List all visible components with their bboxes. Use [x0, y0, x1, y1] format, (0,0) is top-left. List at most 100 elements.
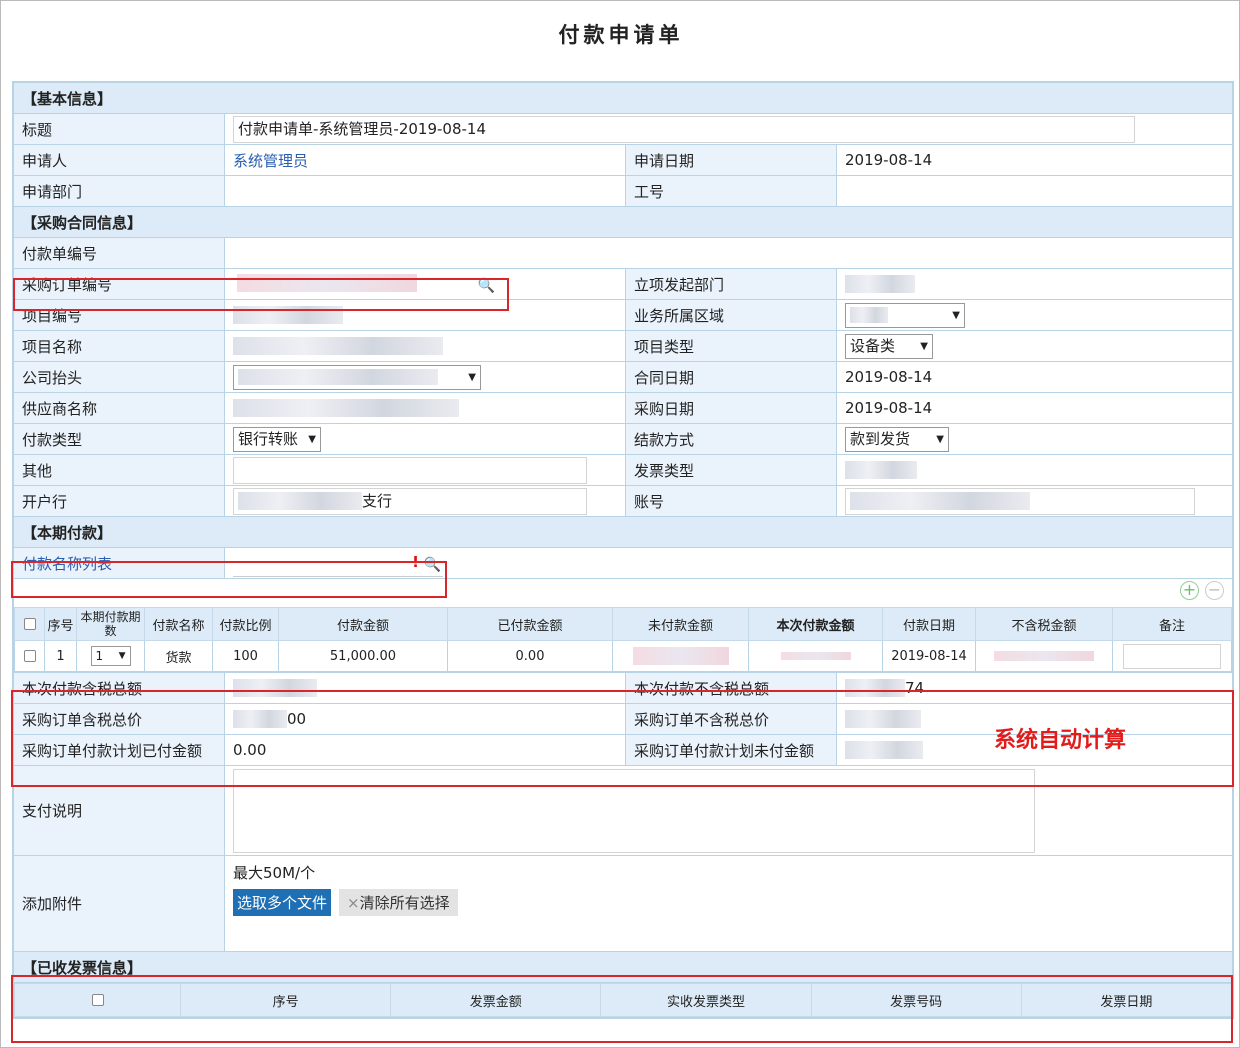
- row-current[interactable]: [780, 652, 851, 660]
- clear-selection-button[interactable]: ×清除所有选择: [339, 889, 458, 916]
- bank-input[interactable]: 支行: [233, 487, 587, 515]
- section-contract: 【采购合同信息】: [13, 206, 1233, 238]
- row-name: 货款: [144, 640, 213, 672]
- bank-label: 开户行: [13, 485, 225, 517]
- dept-value: [224, 175, 626, 207]
- notax-total-label: 本次付款不含税总额: [625, 672, 837, 704]
- region-select[interactable]: ▼: [845, 302, 965, 328]
- settle-label: 结款方式: [625, 423, 837, 455]
- plan-toolbar: + −: [15, 580, 1232, 608]
- region-label: 业务所属区域: [625, 299, 837, 331]
- search-icon[interactable]: 🔍: [424, 553, 441, 578]
- caret-down-icon: ▼: [118, 651, 126, 661]
- row-checkbox[interactable]: [23, 650, 36, 662]
- invoice-type-label: 发票类型: [625, 454, 837, 486]
- settle-select[interactable]: 款到发货 ▼: [845, 426, 949, 452]
- purchase-date-label: 采购日期: [625, 392, 837, 424]
- col-name: 付款名称: [144, 607, 213, 641]
- tax-total-value: [233, 679, 317, 698]
- caret-down-icon: ▼: [308, 433, 316, 445]
- pay-type-label: 付款类型: [13, 423, 225, 455]
- origin-dept-value: [845, 275, 915, 294]
- plan-unpaid-value: [845, 741, 923, 760]
- remove-icon[interactable]: −: [1205, 581, 1224, 600]
- section-basic: 【基本信息】: [13, 82, 1233, 114]
- row-remark-input[interactable]: [1123, 643, 1221, 669]
- account-input[interactable]: [845, 487, 1195, 515]
- invoice-col-index: 序号: [179, 983, 392, 1017]
- row-paid: 0.00: [447, 640, 613, 672]
- col-notax: 不含税金额: [975, 607, 1113, 641]
- title-input[interactable]: 付款申请单-系统管理员-2019-08-14: [233, 115, 1135, 143]
- col-remark: 备注: [1112, 607, 1232, 641]
- apply-date-value: 2019-08-14: [836, 144, 1233, 176]
- po-notax-label: 采购订单不含税总价: [625, 703, 837, 735]
- dept-label: 申请部门: [13, 175, 225, 207]
- company-label: 公司抬头: [13, 361, 225, 393]
- tax-total-label: 本次付款含税总额: [13, 672, 225, 704]
- col-period: 本期付款期数: [76, 607, 145, 641]
- contract-date-value: 2019-08-14: [836, 361, 1233, 393]
- pay-no-value: [224, 237, 1233, 269]
- caret-down-icon: ▼: [936, 433, 944, 445]
- attach-label: 添加附件: [13, 855, 225, 952]
- work-no-value: [836, 175, 1233, 207]
- col-ratio: 付款比例: [212, 607, 279, 641]
- project-name-label: 项目名称: [13, 330, 225, 362]
- plan-row: 1 1 ▼ 货款 100 51,000.00 0.00 2019-08-14: [14, 640, 1232, 672]
- title-label: 标题: [13, 113, 225, 145]
- invoice-header-row: 序号 发票金额 实收发票类型 发票号码 发票日期: [14, 983, 1232, 1017]
- plan-unpaid-label: 采购订单付款计划未付金额: [625, 734, 837, 766]
- notax-total-value: 74: [836, 672, 1233, 704]
- desc-textarea[interactable]: [233, 768, 1035, 853]
- account-label: 账号: [625, 485, 837, 517]
- caret-down-icon: ▼: [468, 371, 476, 383]
- invoice-select-all-checkbox[interactable]: [91, 994, 104, 1006]
- close-icon: ×: [347, 894, 360, 912]
- invoice-table: 序号 发票金额 实收发票类型 发票号码 发票日期: [14, 983, 1232, 1017]
- invoice-col-type: 实收发票类型: [600, 983, 812, 1017]
- caret-down-icon: ▼: [920, 340, 928, 352]
- col-index: 序号: [44, 607, 77, 641]
- project-type-select[interactable]: 设备类 ▼: [845, 333, 933, 359]
- add-icon[interactable]: +: [1180, 581, 1199, 600]
- plan-paid-value: 0.00: [224, 734, 626, 766]
- apply-date-label: 申请日期: [625, 144, 837, 176]
- po-no-input[interactable]: 🔍: [233, 270, 503, 299]
- select-all-checkbox[interactable]: [23, 618, 36, 630]
- col-paid: 已付款金额: [447, 607, 613, 641]
- other-label: 其他: [13, 454, 225, 486]
- pay-type-select[interactable]: 银行转账 ▼: [233, 426, 321, 452]
- project-name-value: [233, 337, 443, 356]
- row-date: 2019-08-14: [882, 640, 976, 672]
- choose-files-button[interactable]: 选取多个文件: [233, 889, 332, 916]
- company-select[interactable]: ▼: [233, 364, 481, 390]
- work-no-label: 工号: [625, 175, 837, 207]
- invoice-col-number: 发票号码: [810, 983, 1022, 1017]
- section-invoice: 【已收发票信息】: [13, 951, 1233, 983]
- caret-down-icon: ▼: [952, 309, 960, 321]
- applicant-value[interactable]: 系统管理员: [224, 144, 626, 176]
- invoice-col-amount: 发票金额: [390, 983, 602, 1017]
- other-input[interactable]: [233, 456, 587, 484]
- project-type-label: 项目类型: [625, 330, 837, 362]
- pay-list-input[interactable]: ! 🔍: [233, 549, 443, 578]
- po-no-label: 采购订单编号: [13, 268, 225, 300]
- period-select[interactable]: 1 ▼: [90, 646, 131, 666]
- project-no-value: [233, 306, 343, 325]
- col-date: 付款日期: [882, 607, 976, 641]
- applicant-label: 申请人: [13, 144, 225, 176]
- invoice-col-date: 发票日期: [1020, 983, 1232, 1017]
- search-icon[interactable]: 🔍: [478, 274, 495, 299]
- auto-calc-note: 系统自动计算: [994, 728, 1127, 753]
- col-amount: 付款金额: [278, 607, 448, 641]
- row-amount: 51,000.00: [278, 640, 448, 672]
- plan-paid-label: 采购订单付款计划已付金额: [13, 734, 225, 766]
- pay-no-label: 付款单编号: [13, 237, 225, 269]
- invoice-type-value: [845, 461, 917, 480]
- col-unpaid: 未付款金额: [612, 607, 749, 641]
- supplier-value: [233, 399, 459, 418]
- project-no-label: 项目编号: [13, 299, 225, 331]
- purchase-date-value: 2019-08-14: [836, 392, 1233, 424]
- row-index: 1: [44, 640, 77, 672]
